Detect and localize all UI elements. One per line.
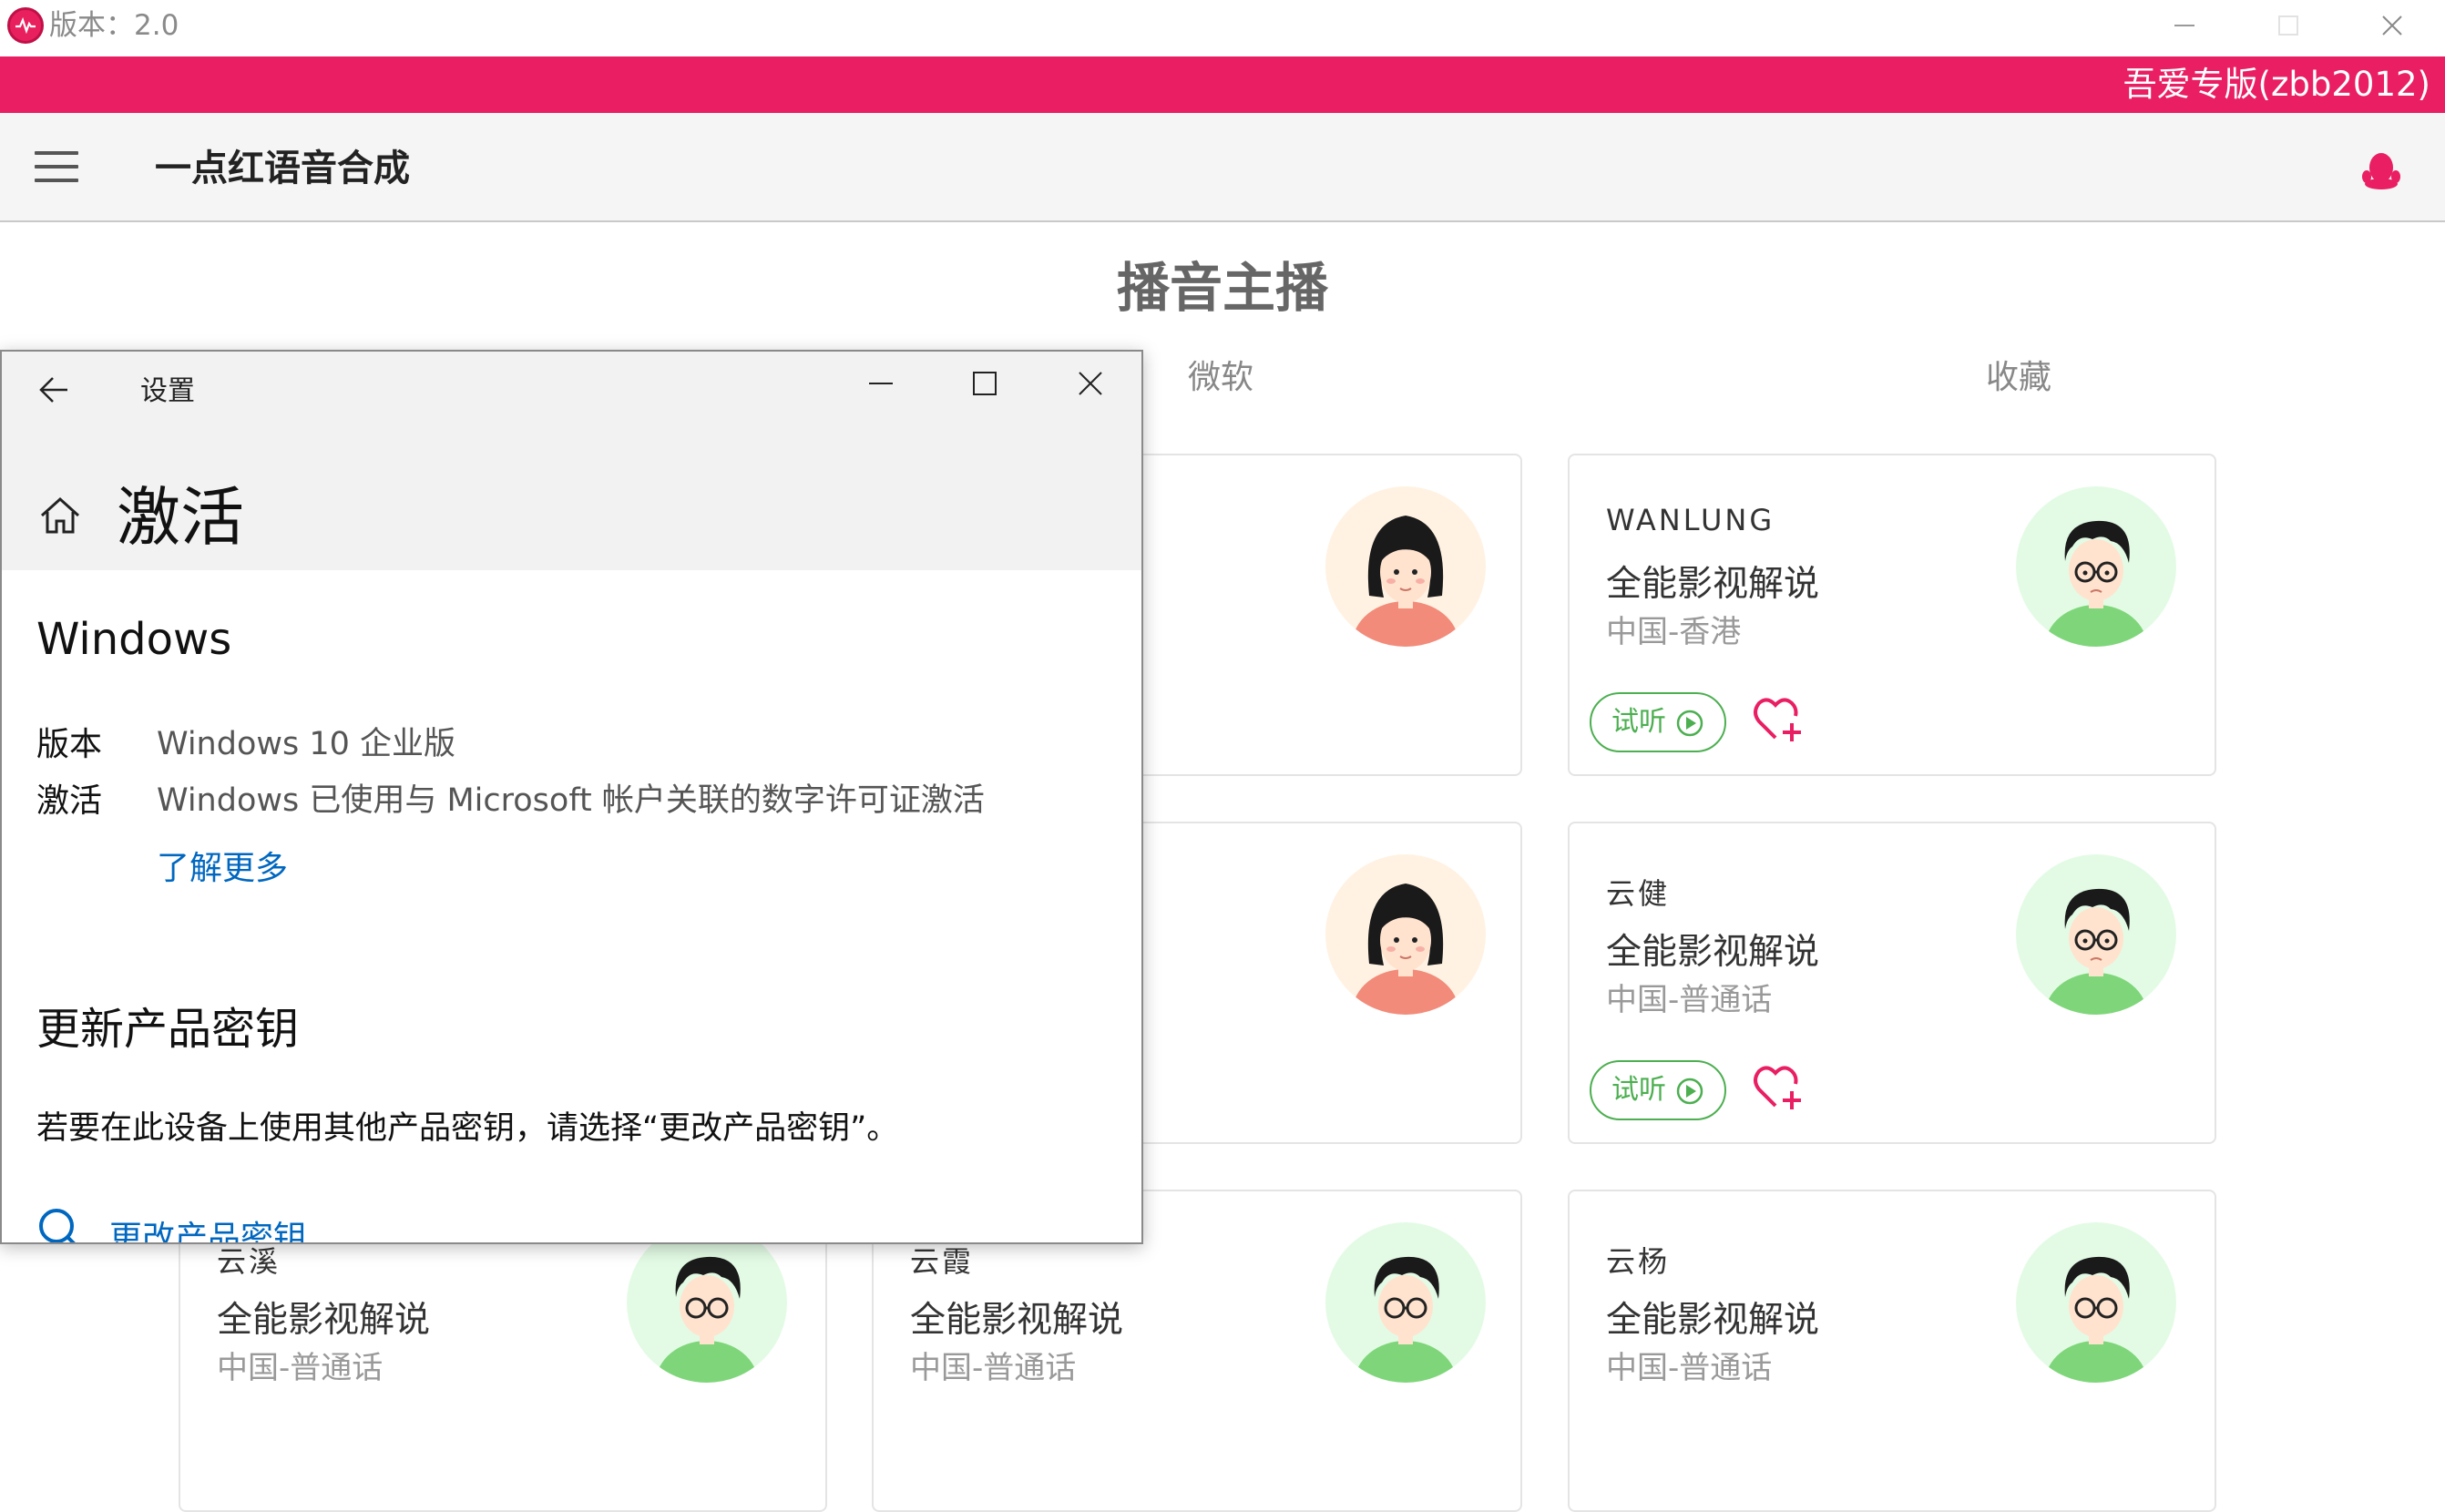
voice-region: 中国-普通话 (910, 1350, 1077, 1386)
section-key-heading: 更新产品密钥 (36, 1004, 300, 1055)
window-titlebar: 版本：2.0 (0, 0, 2445, 56)
tab-microsoft[interactable]: 微软 (1188, 355, 1253, 401)
hamburger-menu-icon[interactable] (35, 151, 78, 184)
voice-name: 云杨 (1606, 1244, 1671, 1279)
window-minimize-button[interactable] (2132, 0, 2237, 51)
app-toolbar: 一点红语音合成 (0, 113, 2445, 222)
voice-name: 云健 (1606, 876, 1671, 911)
window-maximize-button[interactable] (2235, 0, 2341, 51)
page-title: 播音主播 (1116, 257, 1328, 319)
voice-region: 中国-普通话 (1606, 982, 1773, 1018)
activation-value: Windows 已使用与 Microsoft 帐户关联的数字许可证激活 (157, 782, 985, 819)
voice-description: 全能影视解说 (1606, 1300, 1820, 1341)
section-windows-heading: Windows (36, 614, 232, 665)
play-circle-icon (1676, 710, 1703, 737)
maximize-icon (2278, 15, 2298, 36)
avatar (2016, 486, 2176, 647)
avatar (1325, 854, 1486, 1015)
avatar (1325, 1222, 1486, 1383)
voice-card[interactable]: WANLUNG 全能影视解说 中国-香港 试听 (1568, 454, 2216, 776)
settings-window: 设置 激活 Windows 版本 Windows 10 企业版 激活 Windo… (0, 350, 1143, 1244)
app-logo-icon (7, 7, 44, 44)
avatar (1325, 486, 1486, 647)
voice-name: 云霞 (910, 1244, 975, 1279)
voice-card[interactable]: 云杨 全能影视解说 中国-普通话 (1568, 1190, 2216, 1512)
tab-favorites[interactable]: 收藏 (1986, 355, 2051, 401)
listen-button[interactable]: 试听 (1590, 1060, 1726, 1120)
voice-description: 全能影视解说 (910, 1300, 1124, 1341)
voice-description: 全能影视解说 (217, 1300, 431, 1341)
key-instructions: 若要在此设备上使用其他产品密钥，请选择“更改产品密钥”。 (36, 1110, 899, 1147)
voice-description: 全能影视解说 (1606, 932, 1820, 973)
voice-name: WANLUNG (1606, 503, 1775, 537)
avatar (627, 1222, 787, 1383)
close-icon (2382, 15, 2402, 36)
window-title: 版本：2.0 (49, 9, 179, 42)
banner-text: 吾爱专版(zbb2012) (2123, 65, 2430, 104)
favorite-add-icon[interactable] (1752, 694, 1805, 745)
voice-name: 云溪 (217, 1244, 281, 1279)
brand-banner: 吾爱专版(zbb2012) (0, 56, 2445, 113)
minimize-icon[interactable] (867, 370, 895, 397)
activation-label: 激活 (36, 782, 103, 820)
edition-label: 版本 (36, 726, 103, 763)
change-product-key-link[interactable]: 更改产品密钥 (109, 1211, 306, 1242)
voice-region: 中国-香港 (1606, 614, 1742, 650)
maximize-icon[interactable] (971, 370, 998, 397)
minimize-icon (2174, 25, 2194, 26)
home-icon[interactable] (38, 494, 82, 537)
avatar (2016, 854, 2176, 1015)
settings-page-heading: 激活 (117, 480, 244, 555)
voice-card[interactable]: 云健 全能影视解说 中国-普通话 试听 (1568, 822, 2216, 1144)
search-key-icon (39, 1209, 76, 1242)
avatar (2016, 1222, 2176, 1383)
app-name: 一点红语音合成 (155, 148, 410, 189)
learn-more-link[interactable]: 了解更多 (157, 842, 288, 889)
qq-penguin-icon[interactable] (2359, 148, 2403, 191)
window-close-button[interactable] (2339, 0, 2445, 51)
listen-button[interactable]: 试听 (1590, 692, 1726, 752)
settings-title: 设置 (140, 375, 195, 407)
voice-region: 中国-普通话 (217, 1350, 384, 1386)
close-icon[interactable] (1077, 370, 1104, 397)
favorite-add-icon[interactable] (1752, 1062, 1805, 1113)
settings-header: 设置 激活 (2, 352, 1141, 570)
voice-description: 全能影视解说 (1606, 564, 1820, 605)
back-arrow-icon[interactable] (36, 372, 73, 408)
play-circle-icon (1676, 1078, 1703, 1105)
edition-value: Windows 10 企业版 (157, 726, 456, 762)
voice-region: 中国-普通话 (1606, 1350, 1773, 1386)
